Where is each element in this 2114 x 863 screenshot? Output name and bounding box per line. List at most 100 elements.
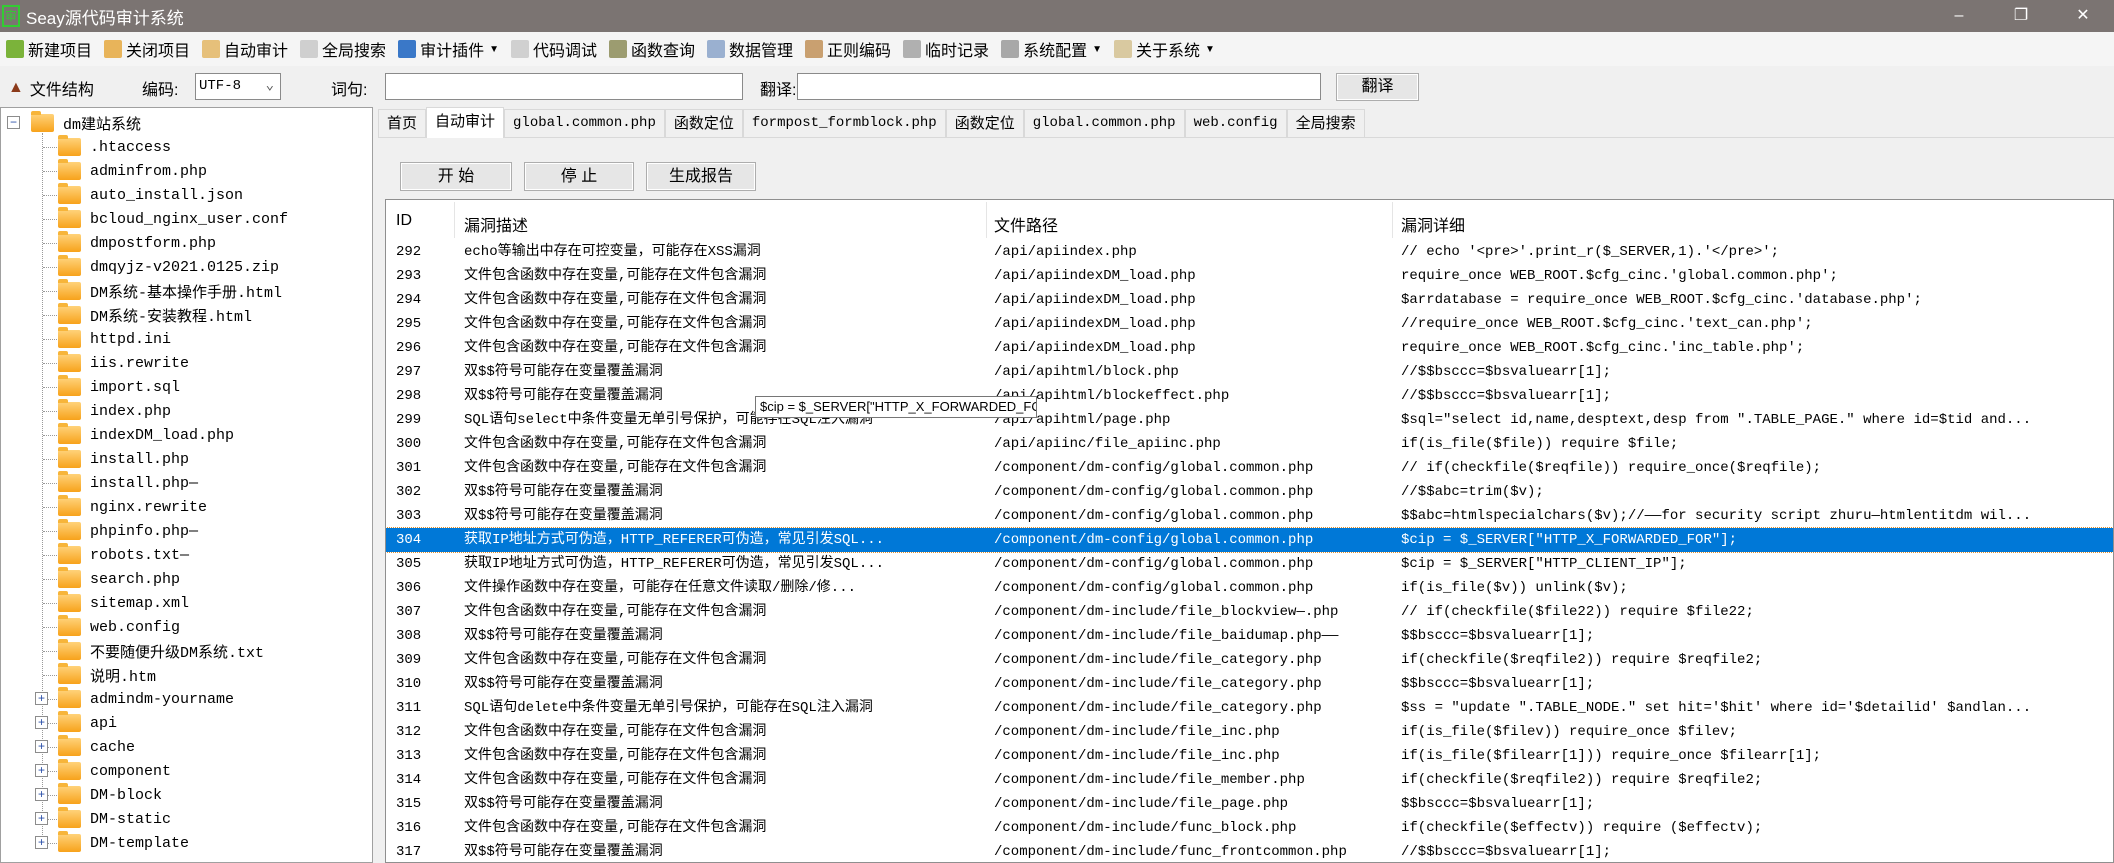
- toolbar-button-10[interactable]: 系统配置 ▼: [1001, 37, 1102, 61]
- tree-file[interactable]: 说明.htm: [58, 663, 156, 687]
- table-row[interactable]: 308 双$$符号可能存在变量覆盖漏洞/component/dm-include/…: [386, 624, 2113, 648]
- tab-6[interactable]: global.common.php: [1023, 109, 1185, 138]
- expand-icon[interactable]: +: [35, 836, 48, 849]
- table-row[interactable]: 302 双$$符号可能存在变量覆盖漏洞/component/dm-config/g…: [386, 480, 2113, 504]
- dropdown-arrow-icon[interactable]: ▼: [489, 44, 499, 55]
- tree-file[interactable]: bcloud_nginx_user.conf: [58, 207, 288, 231]
- tab-4[interactable]: formpost_formblock.php: [742, 109, 946, 138]
- tree-folder[interactable]: DM-static: [58, 807, 171, 831]
- table-row[interactable]: 306 文件操作函数中存在变量，可能存在任意文件读取/删除/修... /compon…: [386, 576, 2113, 600]
- column-header-description[interactable]: 漏洞描述: [464, 212, 528, 236]
- toolbar-button-9[interactable]: 临时记录: [903, 37, 989, 61]
- toolbar-button-4[interactable]: 审计插件 ▼: [398, 37, 499, 61]
- table-row[interactable]: 295 文件包含函数中存在变量,可能存在文件包含漏洞/api/apiindexDM…: [386, 312, 2113, 336]
- table-row[interactable]: 293 文件包含函数中存在变量,可能存在文件包含漏洞/api/apiindexDM…: [386, 264, 2113, 288]
- toolbar-button-6[interactable]: 函数查询: [609, 37, 695, 61]
- expand-icon[interactable]: +: [35, 764, 48, 777]
- tree-file[interactable]: install.php—: [58, 471, 198, 495]
- tree-file[interactable]: iis.rewrite: [58, 351, 189, 375]
- toolbar-button-1[interactable]: 关闭项目: [104, 37, 190, 61]
- tree-file[interactable]: DM系统-基本操作手册.html: [58, 279, 282, 303]
- collapse-icon[interactable]: −: [7, 116, 20, 129]
- dropdown-arrow-icon[interactable]: ▼: [1205, 44, 1215, 55]
- phrase-input[interactable]: [385, 73, 743, 100]
- table-row[interactable]: 296 文件包含函数中存在变量,可能存在文件包含漏洞/api/apiindexDM…: [386, 336, 2113, 360]
- tab-3[interactable]: 函数定位: [664, 109, 743, 138]
- table-row[interactable]: 316 文件包含函数中存在变量,可能存在文件包含漏洞/component/dm-i…: [386, 816, 2113, 840]
- table-row[interactable]: 312 文件包含函数中存在变量,可能存在文件包含漏洞/component/dm-i…: [386, 720, 2113, 744]
- table-row[interactable]: 310 双$$符号可能存在变量覆盖漏洞/component/dm-include/…: [386, 672, 2113, 696]
- encoding-select[interactable]: UTF-8 ⌄: [195, 73, 281, 100]
- table-row[interactable]: 300 文件包含函数中存在变量,可能存在文件包含漏洞/api/apiinc/fil…: [386, 432, 2113, 456]
- tree-root[interactable]: dm建站系统: [31, 111, 141, 135]
- tree-file[interactable]: nginx.rewrite: [58, 495, 207, 519]
- table-row[interactable]: 311 SQL语句delete中条件变量无单引号保护，可能存在SQL注入漏洞/co…: [386, 696, 2113, 720]
- table-row[interactable]: 298 双$$符号可能存在变量覆盖漏洞/api/apihtml/blockeffe…: [386, 384, 2113, 408]
- tree-file[interactable]: DM系统-安装教程.html: [58, 303, 252, 327]
- table-row[interactable]: 299 SQL语句select中条件变量无单引号保护，可能存在SQL注入漏洞/ap…: [386, 408, 2113, 432]
- toolbar-button-7[interactable]: 数据管理: [707, 37, 793, 61]
- table-row[interactable]: 292 echo等输出中存在可控变量，可能存在XSS漏洞/api/apiindex…: [386, 240, 2113, 264]
- table-row[interactable]: 309 文件包含函数中存在变量,可能存在文件包含漏洞/component/dm-i…: [386, 648, 2113, 672]
- tab-5[interactable]: 函数定位: [945, 109, 1024, 138]
- table-row[interactable]: 303 双$$符号可能存在变量覆盖漏洞/component/dm-config/g…: [386, 504, 2113, 528]
- tree-folder[interactable]: admindm-yourname: [58, 687, 234, 711]
- toolbar-button-2[interactable]: 自动审计: [202, 37, 288, 61]
- expand-icon[interactable]: +: [35, 740, 48, 753]
- tree-file[interactable]: robots.txt—: [58, 543, 189, 567]
- tree-file[interactable]: phpinfo.php—: [58, 519, 198, 543]
- tree-file[interactable]: search.php: [58, 567, 180, 591]
- minimize-button[interactable]: –: [1928, 0, 1990, 32]
- tree-file[interactable]: dmpostform.php: [58, 231, 216, 255]
- expand-icon[interactable]: +: [35, 812, 48, 825]
- column-header-id[interactable]: ID: [396, 212, 412, 230]
- table-row[interactable]: 313 文件包含函数中存在变量,可能存在文件包含漏洞/component/dm-i…: [386, 744, 2113, 768]
- toolbar-button-0[interactable]: 新建项目: [6, 37, 92, 61]
- tab-2[interactable]: global.common.php: [504, 109, 665, 138]
- restore-button[interactable]: ❐: [1990, 0, 2052, 32]
- column-header-detail[interactable]: 漏洞详细: [1401, 212, 1465, 236]
- tree-file[interactable]: 不要随便升级DM系统.txt: [58, 639, 264, 663]
- dropdown-arrow-icon[interactable]: ▼: [1092, 44, 1102, 55]
- expand-icon[interactable]: +: [35, 788, 48, 801]
- translate-button[interactable]: 翻译: [1336, 73, 1419, 101]
- table-row[interactable]: 297 双$$符号可能存在变量覆盖漏洞/api/apihtml/block.php…: [386, 360, 2113, 384]
- toolbar-button-11[interactable]: 关于系统 ▼: [1113, 37, 1215, 61]
- tree-file[interactable]: install.php: [58, 447, 189, 471]
- table-row[interactable]: 294 文件包含函数中存在变量,可能存在文件包含漏洞/api/apiindexDM…: [386, 288, 2113, 312]
- tree-folder[interactable]: cache: [58, 735, 135, 759]
- translate-input[interactable]: [797, 73, 1321, 100]
- expand-icon[interactable]: +: [35, 692, 48, 705]
- tab-7[interactable]: web.config: [1184, 109, 1287, 138]
- close-button[interactable]: ✕: [2052, 0, 2114, 32]
- tab-8[interactable]: 全局搜索: [1286, 109, 1365, 138]
- generate-report-button[interactable]: 生成报告: [646, 162, 756, 191]
- table-row[interactable]: 315 双$$符号可能存在变量覆盖漏洞/component/dm-include/…: [386, 792, 2113, 816]
- table-row[interactable]: 304 获取IP地址方式可伪造，HTTP_REFERER可伪造，常见引发SQL..…: [386, 527, 2113, 553]
- table-row[interactable]: 307 文件包含函数中存在变量,可能存在文件包含漏洞/component/dm-i…: [386, 600, 2113, 624]
- tree-file[interactable]: auto_install.json: [58, 183, 243, 207]
- tree-folder[interactable]: component: [58, 759, 171, 783]
- toolbar-button-5[interactable]: 代码调试: [510, 37, 597, 61]
- toolbar-button-8[interactable]: 正则编码: [805, 37, 891, 61]
- file-structure-label[interactable]: ▲ 文件结构: [8, 76, 94, 100]
- tree-folder[interactable]: DM-block: [58, 783, 162, 807]
- column-header-path[interactable]: 文件路径: [994, 212, 1058, 236]
- tree-file[interactable]: adminfrom.php: [58, 159, 207, 183]
- tree-file[interactable]: indexDM_load.php: [58, 423, 234, 447]
- tree-file[interactable]: import.sql: [58, 375, 180, 399]
- tree-file[interactable]: sitemap.xml: [58, 591, 189, 615]
- tree-folder[interactable]: api: [58, 711, 117, 735]
- tab-0[interactable]: 首页: [378, 109, 427, 138]
- tree-file[interactable]: web.config: [58, 615, 180, 639]
- table-row[interactable]: 317 双$$符号可能存在变量覆盖漏洞/component/dm-include/…: [386, 840, 2113, 862]
- tree-file[interactable]: index.php: [58, 399, 171, 423]
- table-row[interactable]: 305 获取IP地址方式可伪造，HTTP_REFERER可伪造，常见引发SQL..…: [386, 552, 2113, 576]
- tree-folder[interactable]: DM-template: [58, 831, 189, 855]
- tree-file[interactable]: httpd.ini: [58, 327, 171, 351]
- table-row[interactable]: 301 文件包含函数中存在变量,可能存在文件包含漏洞/component/dm-c…: [386, 456, 2113, 480]
- start-button[interactable]: 开 始: [400, 162, 512, 191]
- stop-button[interactable]: 停 止: [524, 162, 634, 191]
- tab-1[interactable]: 自动审计: [426, 107, 505, 138]
- tree-file[interactable]: .htaccess: [58, 135, 171, 159]
